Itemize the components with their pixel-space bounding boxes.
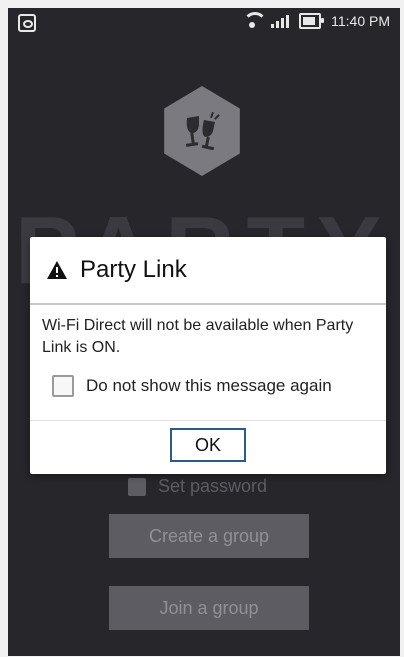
party-link-dialog: Party Link Wi-Fi Direct will not be avai… [30, 237, 386, 474]
dialog-header: Party Link [30, 237, 386, 303]
warning-icon [47, 261, 67, 279]
wifi-icon [243, 14, 261, 28]
status-right: 11:40 PM [243, 13, 390, 29]
notification-icon [18, 14, 36, 32]
create-group-button[interactable]: Create a group [109, 514, 309, 558]
champagne-glasses-icon [185, 111, 220, 151]
join-group-button[interactable]: Join a group [109, 586, 309, 630]
dialog-title: Party Link [80, 256, 187, 283]
status-bar: 11:40 PM [8, 8, 400, 36]
dialog-message: Wi-Fi Direct will not be available when … [42, 317, 354, 356]
do-not-show-checkbox[interactable] [52, 375, 74, 397]
do-not-show-row[interactable]: Do not show this message again [30, 375, 386, 397]
set-password-checkbox[interactable] [128, 477, 146, 496]
set-password-label: Set password [158, 476, 268, 496]
dialog-bottom-divider [30, 420, 386, 421]
status-time: 11:40 PM [331, 13, 390, 29]
do-not-show-label[interactable]: Do not show this message again [86, 376, 332, 396]
phone-frame: 11:40 PM PARTY Set password [0, 0, 404, 657]
signal-icon [271, 14, 290, 28]
ok-button[interactable]: OK [170, 428, 246, 462]
app-screen: 11:40 PM PARTY Set password [8, 8, 400, 656]
set-password-row[interactable]: Set password [128, 476, 267, 497]
app-logo [164, 86, 240, 176]
battery-icon [299, 13, 325, 29]
